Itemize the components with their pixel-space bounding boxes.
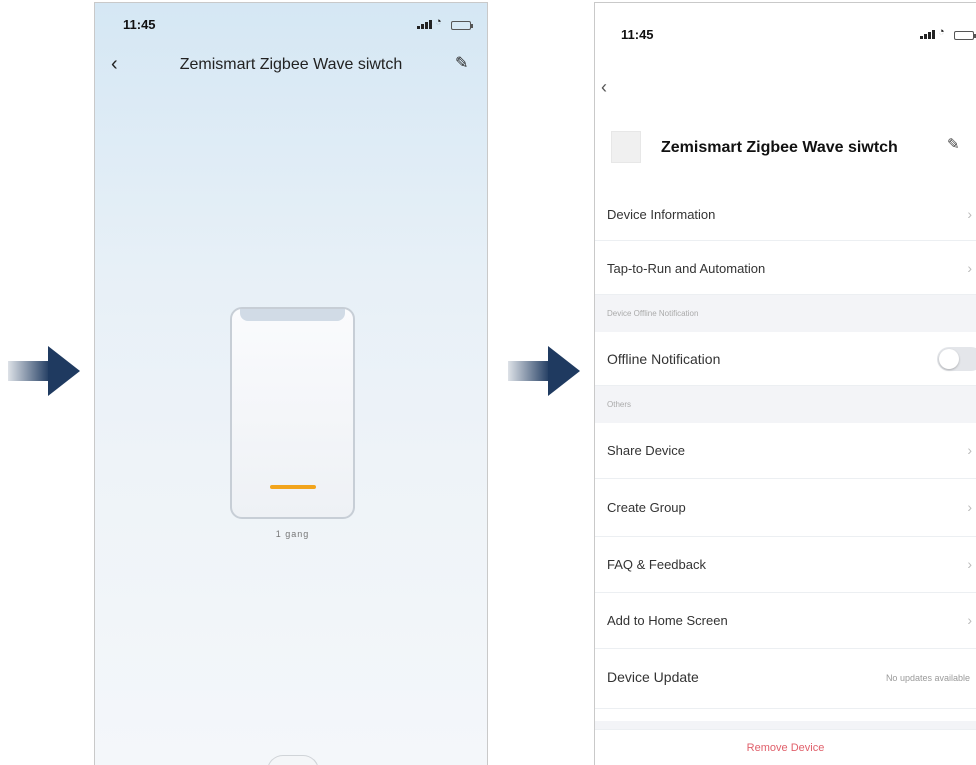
row-device-information[interactable]: Device Information › [595, 187, 976, 241]
row-label: Offline Notification [607, 351, 721, 367]
chevron-right-icon: › [967, 556, 972, 572]
chevron-right-icon: › [967, 442, 972, 458]
status-bar: 11:45 ◔ [95, 3, 487, 39]
row-label: Device Update [607, 669, 699, 685]
row-share-device[interactable]: Share Device › [595, 423, 976, 479]
right-arrow-icon [508, 346, 580, 396]
status-time: 11:45 [123, 17, 156, 32]
section-label: Device Offline Notification [607, 309, 699, 318]
right-arrow-icon [8, 346, 80, 396]
row-label: Tap-to-Run and Automation [607, 261, 766, 276]
row-faq-feedback[interactable]: FAQ & Feedback › [595, 537, 976, 593]
switch-label: 1 gang [275, 529, 310, 539]
wall-switch-button[interactable] [230, 307, 355, 519]
chevron-right-icon: › [967, 612, 972, 628]
back-icon[interactable]: ‹ [601, 77, 607, 98]
pencil-icon[interactable]: ✎ [947, 135, 960, 153]
toggle-knob [939, 349, 959, 369]
switch-indicator-light [270, 485, 316, 489]
offline-notification-toggle[interactable] [937, 347, 976, 371]
page-title: Zemismart Zigbee Wave siwtch [179, 56, 403, 73]
row-tap-to-run[interactable]: Tap-to-Run and Automation › [595, 241, 976, 295]
wifi-icon: ◔ [938, 26, 945, 38]
device-name: Zemismart Zigbee Wave siwtch [661, 139, 898, 156]
device-header: Zemismart Zigbee Wave siwtch ✎ [595, 121, 976, 177]
wifi-icon: ◔ [435, 16, 442, 28]
section-offline: Device Offline Notification [595, 295, 976, 332]
switch-bezel [240, 309, 345, 321]
pencil-icon[interactable]: ✎ [455, 53, 468, 73]
section-label: Others [607, 400, 632, 409]
battery-icon [451, 21, 473, 30]
device-settings-screen: 11:45 ◔ ‹ Zemismart Zigbee Wave siwtch ✎… [594, 2, 976, 765]
signal-icon [417, 20, 432, 29]
device-thumbnail [611, 131, 641, 163]
row-label: Create Group [607, 500, 686, 515]
row-label: Share Device [607, 443, 686, 458]
signal-icon [920, 30, 935, 39]
battery-icon [954, 31, 976, 40]
device-control-screen: 11:45 ◔ ‹ Zemismart Zigbee Wave siwtch ✎… [94, 2, 488, 765]
row-label: Add to Home Screen [607, 613, 728, 628]
row-device-update[interactable]: Device Update No updates available [595, 649, 976, 709]
chevron-right-icon: › [967, 499, 972, 515]
device-update-status: No updates available [885, 673, 970, 683]
chevron-right-icon: › [967, 206, 972, 222]
chevron-right-icon: › [967, 260, 972, 276]
row-add-home-screen[interactable]: Add to Home Screen › [595, 593, 976, 649]
tutorial-canvas: 11:45 ◔ ‹ Zemismart Zigbee Wave siwtch ✎… [0, 0, 976, 765]
status-bar: 11:45 ◔ [595, 3, 976, 42]
row-label: Device Information [607, 207, 716, 222]
bottom-handle[interactable] [267, 755, 319, 765]
remove-device-button[interactable]: Remove Device [595, 729, 976, 765]
row-offline-notification: Offline Notification [595, 332, 976, 386]
section-others: Others [595, 386, 976, 423]
row-create-group[interactable]: Create Group › [595, 479, 976, 537]
remove-area: Remove Device [595, 721, 976, 765]
row-label: FAQ & Feedback [607, 557, 706, 572]
status-time: 11:45 [621, 27, 654, 42]
